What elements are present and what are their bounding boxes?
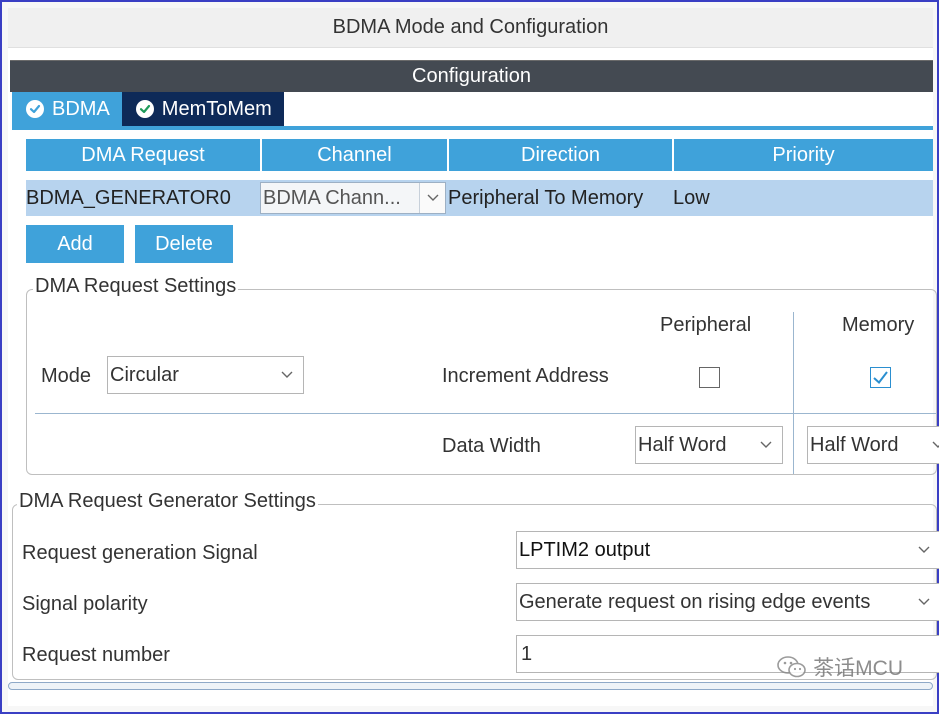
chevron-down-icon <box>932 427 939 463</box>
dma-request-settings-group: DMA Request Settings Peripheral Memory M… <box>26 275 939 475</box>
watermark-text: 茶话MCU <box>813 657 903 680</box>
chevron-down-icon <box>918 532 930 568</box>
group-legend: DMA Request Generator Settings <box>17 490 318 513</box>
chevron-down-icon <box>918 584 930 620</box>
column-divider <box>793 312 794 474</box>
add-button[interactable]: Add <box>26 225 124 263</box>
polarity-select-value: Generate request on rising edge events <box>519 590 871 613</box>
signal-polarity-select[interactable]: Generate request on rising edge events <box>516 583 939 621</box>
check-circle-icon <box>26 100 44 118</box>
column-header-direction[interactable]: Direction <box>449 139 672 171</box>
signal-select-value: LPTIM2 output <box>519 538 651 561</box>
chevron-down-icon <box>760 427 772 463</box>
column-header-channel[interactable]: Channel <box>262 139 447 171</box>
table-header: DMA Request Channel Direction Priority <box>26 139 933 171</box>
tab-label: MemToMem <box>161 97 272 120</box>
peripheral-column-label: Peripheral <box>660 314 752 336</box>
horizontal-scrollbar[interactable] <box>8 682 933 690</box>
group-legend: DMA Request Settings <box>33 275 239 298</box>
request-number-label: Request number <box>22 644 170 666</box>
signal-polarity-label: Signal polarity <box>22 593 148 615</box>
data-width-label: Data Width <box>442 435 541 457</box>
tab-strip: BDMA MemToMem <box>12 92 284 126</box>
cell-direction: Peripheral To Memory <box>448 186 644 209</box>
delete-button[interactable]: Delete <box>135 225 233 263</box>
chevron-down-icon[interactable] <box>419 183 445 213</box>
column-header-priority[interactable]: Priority <box>674 139 933 171</box>
cell-dma-request: BDMA_GENERATOR0 <box>26 186 231 209</box>
row-divider <box>35 413 936 414</box>
peripheral-data-width-value: Half Word <box>638 433 727 456</box>
tab-bdma[interactable]: BDMA <box>12 92 122 126</box>
memory-column-label: Memory <box>842 314 915 336</box>
configuration-panel: BDMA Mode and Configuration Configuratio… <box>8 8 939 706</box>
memory-data-width-select[interactable]: Half Word <box>807 426 939 464</box>
memory-data-width-value: Half Word <box>810 433 899 456</box>
tab-memtomem[interactable]: MemToMem <box>121 92 284 126</box>
mode-select-value: Circular <box>110 363 179 386</box>
peripheral-increment-checkbox[interactable] <box>699 367 720 388</box>
increment-address-label: Increment Address <box>442 365 609 387</box>
request-generation-signal-label: Request generation Signal <box>22 542 258 564</box>
channel-select-value: BDMA Chann... <box>263 186 401 209</box>
column-header-dma-request[interactable]: DMA Request <box>26 139 260 171</box>
app-frame: BDMA Mode and Configuration Configuratio… <box>0 0 939 714</box>
channel-select[interactable]: BDMA Chann... <box>260 182 446 214</box>
checkmark-icon <box>873 371 888 384</box>
mode-select[interactable]: Circular <box>107 356 304 394</box>
request-number-value: 1 <box>521 642 533 665</box>
window-title: BDMA Mode and Configuration <box>8 8 933 48</box>
memory-increment-checkbox[interactable] <box>870 367 891 388</box>
chevron-down-icon <box>281 357 293 393</box>
wechat-icon <box>777 656 806 678</box>
watermark: 茶话MCU <box>777 652 903 682</box>
check-circle-icon <box>135 100 154 118</box>
mode-label: Mode <box>41 365 92 387</box>
tab-underline <box>12 126 933 130</box>
request-generation-signal-select[interactable]: LPTIM2 output <box>516 531 939 569</box>
tab-label: BDMA <box>52 97 110 120</box>
cell-priority[interactable]: Low <box>671 187 933 210</box>
table-row[interactable]: BDMA_GENERATOR0 BDMA Chann... Peripheral… <box>26 180 933 216</box>
peripheral-data-width-select[interactable]: Half Word <box>635 426 783 464</box>
configuration-bar: Configuration <box>10 60 933 92</box>
